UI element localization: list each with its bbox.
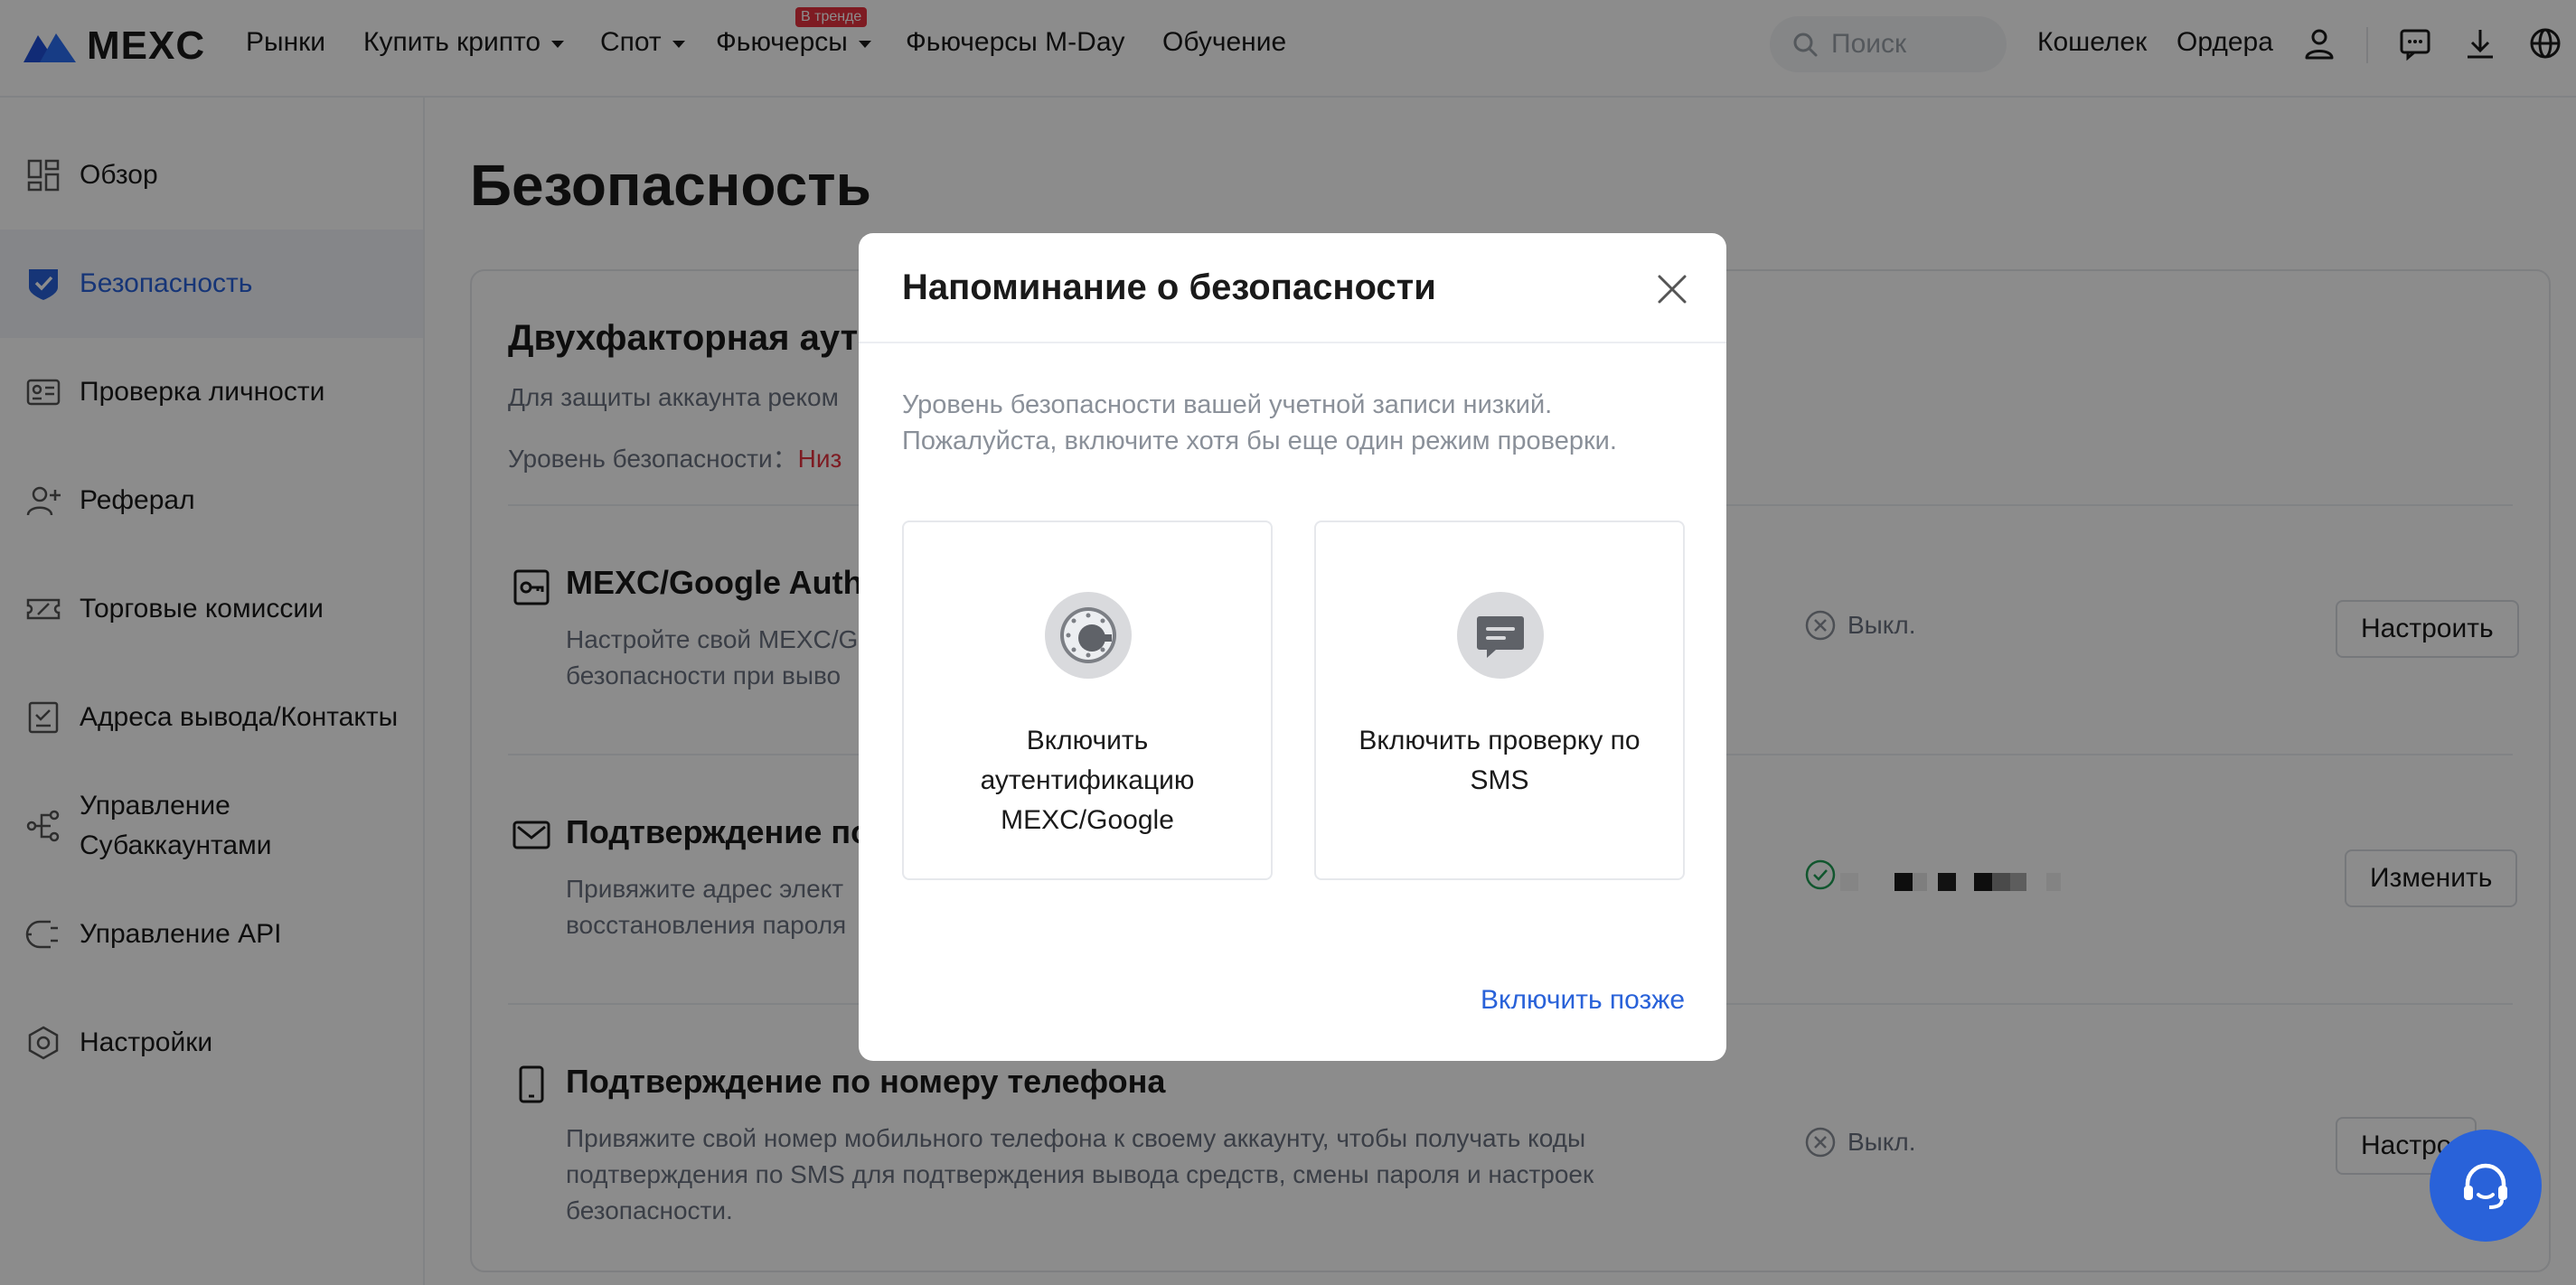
security-reminder-modal: Напоминание о безопасности Уровень безоп…	[859, 233, 1726, 1061]
google-authenticator-icon	[1045, 592, 1132, 679]
enable-authenticator-option[interactable]: Включить аутентификацию MEXC/Google	[902, 521, 1273, 880]
support-chat-button[interactable]	[2430, 1130, 2542, 1242]
headset-icon	[2464, 1163, 2507, 1209]
sms-icon	[1457, 592, 1544, 679]
modal-message: Уровень безопасности вашей учетной запис…	[902, 387, 1688, 459]
enable-authenticator-label: Включить аутентификацию MEXC/Google	[922, 721, 1253, 840]
modal-header: Напоминание о безопасности	[859, 233, 1726, 343]
modal-message-line: Пожалуйста, включите хотя бы еще один ре…	[902, 427, 1617, 455]
close-icon[interactable]	[1654, 271, 1690, 307]
choice-label-line: SMS	[1470, 765, 1529, 795]
choice-label-line: аутентификацию	[980, 765, 1195, 795]
enable-sms-label: Включить проверку по SMS	[1334, 721, 1665, 801]
modal-message-line: Уровень безопасности вашей учетной запис…	[902, 390, 1553, 419]
choice-label-line: Включить	[1026, 726, 1149, 755]
enable-sms-option[interactable]: Включить проверку по SMS	[1314, 521, 1685, 880]
choice-label-line: MEXC/Google	[1001, 805, 1174, 835]
choice-label-line: Включить проверку по	[1359, 726, 1641, 755]
modal-title: Напоминание о безопасности	[902, 267, 1436, 307]
enable-later-link[interactable]: Включить позже	[1481, 985, 1685, 1016]
